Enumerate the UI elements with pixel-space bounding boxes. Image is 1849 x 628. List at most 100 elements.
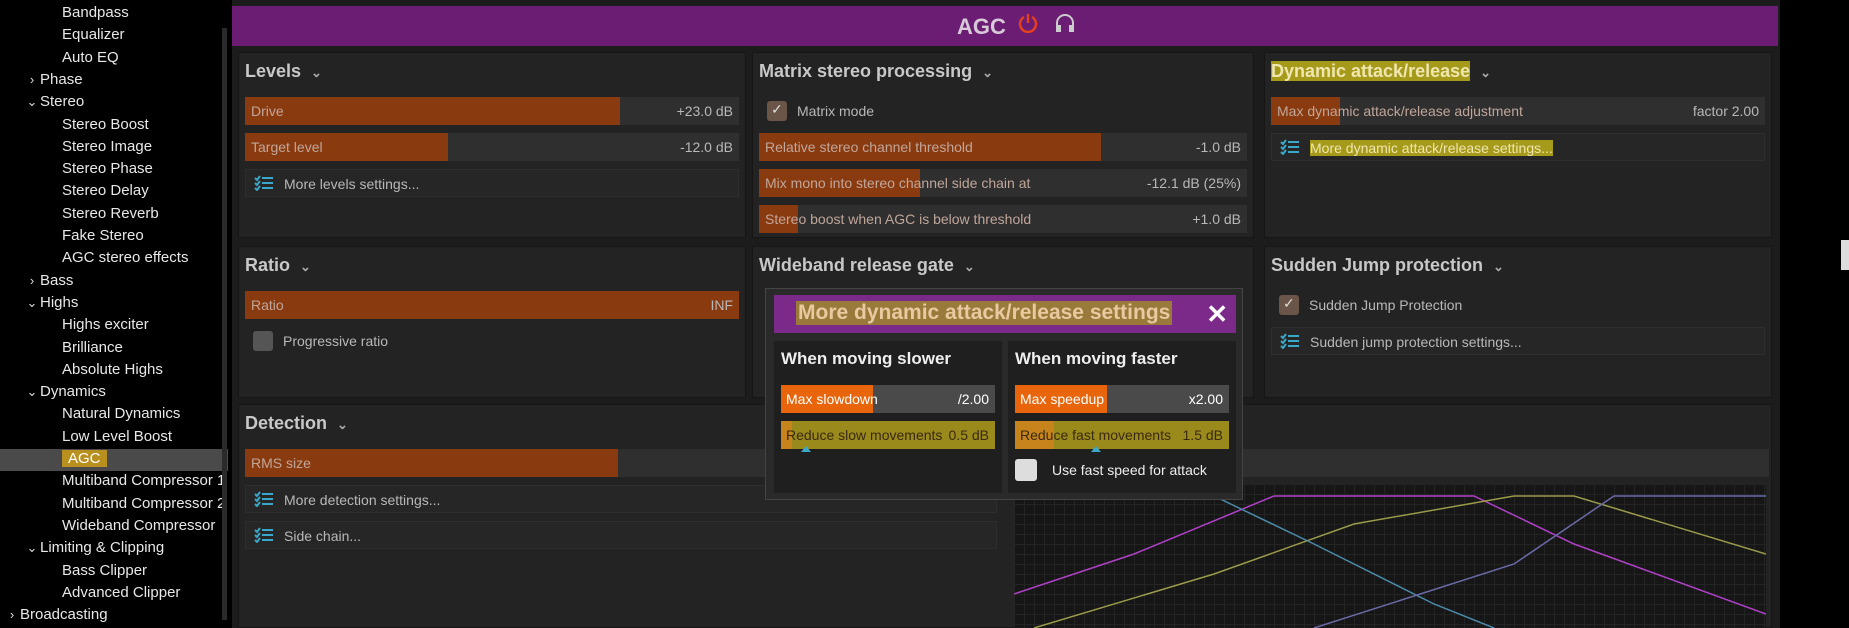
ratio-title[interactable]: Ratio ⌄ bbox=[245, 255, 311, 276]
power-icon[interactable] bbox=[1018, 13, 1038, 33]
mix-mono-slider[interactable]: Mix mono into stereo channel side chain … bbox=[759, 169, 1247, 197]
reduce-fast-label: Reduce fast movements bbox=[1020, 427, 1171, 443]
sidebar-item[interactable]: ⌄ Dynamics bbox=[24, 381, 106, 403]
sidebar-item[interactable]: Multiband Compressor 2 bbox=[62, 493, 225, 515]
chevron-down-icon[interactable]: ⌄ bbox=[24, 537, 40, 559]
sidebar-item[interactable]: Multiband Compressor 1 bbox=[62, 470, 225, 492]
sidebar-item[interactable]: ⌄ Limiting & Clipping bbox=[24, 537, 165, 559]
sudden-panel: Sudden Jump protection⌄ Sudden Jump Prot… bbox=[1264, 246, 1772, 398]
sidebar-item[interactable]: ⌄ Highs bbox=[24, 292, 79, 314]
levels-title[interactable]: Levels ⌄ bbox=[245, 61, 322, 82]
sidebar-item[interactable]: › Bass bbox=[24, 270, 74, 292]
chevron-down-icon[interactable]: ⌄ bbox=[24, 292, 40, 314]
sidebar-item[interactable]: Auto EQ bbox=[62, 47, 119, 69]
chevron-right-icon[interactable]: › bbox=[4, 604, 20, 626]
close-icon[interactable]: ✕ bbox=[1206, 299, 1228, 330]
sidebar-item[interactable]: Stereo Reverb bbox=[62, 203, 159, 225]
sidebar-item-label: Stereo Reverb bbox=[62, 205, 159, 222]
chevron-right-icon[interactable]: › bbox=[24, 69, 40, 91]
mix-mono-value: -12.1 dB (25%) bbox=[1146, 175, 1241, 191]
sidebar-item[interactable]: Fake Stereo bbox=[62, 225, 144, 247]
more-dynamic-settings[interactable]: More dynamic attack/release settings... bbox=[1271, 133, 1765, 161]
matrix-mode-checkbox[interactable] bbox=[767, 101, 787, 121]
max-speedup-value: x2.00 bbox=[1188, 391, 1223, 407]
sidebar-item[interactable]: Absolute Highs bbox=[62, 359, 163, 381]
right-margin bbox=[1780, 0, 1849, 628]
max-slowdown-value: /2.00 bbox=[957, 391, 989, 407]
sidebar-item[interactable]: AGC stereo effects bbox=[62, 247, 188, 269]
chevron-down-icon[interactable]: ⌄ bbox=[24, 381, 40, 403]
sidebar-item[interactable]: Stereo Image bbox=[62, 136, 152, 158]
sidebar-item[interactable]: › Broadcasting bbox=[4, 604, 108, 626]
matrix-title[interactable]: Matrix stereo processing ⌄ bbox=[759, 61, 993, 82]
sudden-jump-settings[interactable]: Sudden jump protection settings... bbox=[1271, 327, 1765, 355]
sidebar-item[interactable]: Advanced Clipper bbox=[62, 582, 180, 604]
graph-curve-teal bbox=[1213, 495, 1495, 628]
sidebar-item[interactable]: › Phase bbox=[24, 69, 83, 91]
headphones-icon[interactable] bbox=[1054, 13, 1076, 33]
main-scrollbar-thumb[interactable] bbox=[1841, 240, 1849, 270]
fast-attack-checkbox[interactable] bbox=[1015, 459, 1037, 481]
sidebar-item[interactable]: Equalizer bbox=[62, 24, 125, 46]
reduce-slow-slider[interactable]: Reduce slow movements 0.5 dB bbox=[781, 421, 995, 452]
sidebar-item-label: Equalizer bbox=[62, 26, 125, 43]
detection-title[interactable]: Detection ⌄ bbox=[245, 413, 348, 434]
sidebar-item[interactable]: Low Level Boost bbox=[62, 426, 172, 448]
chevron-down-icon[interactable]: ⌄ bbox=[24, 91, 40, 113]
tree-selected-row bbox=[0, 449, 228, 471]
sidebar-item[interactable]: AGC bbox=[62, 448, 107, 470]
reduce-fast-slider[interactable]: Reduce fast movements 1.5 dB bbox=[1015, 421, 1229, 452]
sidebar-scrollbar[interactable] bbox=[222, 28, 227, 620]
matrix-panel: Matrix stereo processing⌄ Matrix mode Re… bbox=[752, 52, 1254, 238]
sidebar-item-label: Stereo Boost bbox=[62, 116, 149, 133]
more-levels-settings[interactable]: More levels settings... bbox=[245, 169, 739, 197]
sudden-jump-label: Sudden Jump Protection bbox=[1309, 297, 1463, 313]
module-header: AGC bbox=[232, 6, 1778, 46]
max-slowdown-slider[interactable]: Max slowdown /2.00 bbox=[781, 385, 995, 413]
graph-curve-olive bbox=[1033, 495, 1766, 628]
progressive-ratio-checkbox[interactable] bbox=[253, 331, 273, 351]
target-level-slider[interactable]: Target level -12.0 dB bbox=[245, 133, 739, 161]
chevron-down-icon: ⌄ bbox=[300, 259, 311, 274]
ratio-label: Ratio bbox=[251, 297, 284, 313]
sidebar-item-label: Low Level Boost bbox=[62, 428, 173, 445]
sudden-title[interactable]: Sudden Jump protection ⌄ bbox=[1271, 255, 1504, 276]
sidebar-item[interactable]: Natural Dynamics bbox=[62, 403, 180, 425]
sidebar-item[interactable]: Stereo Boost bbox=[62, 114, 149, 136]
mix-mono-label: Mix mono into stereo channel side chain … bbox=[765, 175, 1031, 191]
max-dynamic-value: factor 2.00 bbox=[1692, 103, 1759, 119]
sidebar-item[interactable]: Stereo Phase bbox=[62, 158, 153, 180]
matrix-mode-row[interactable]: Matrix mode bbox=[759, 97, 1247, 125]
chevron-down-icon: ⌄ bbox=[982, 65, 993, 80]
reduce-fast-handle[interactable] bbox=[1091, 446, 1101, 452]
sudden-jump-checkbox[interactable] bbox=[1279, 295, 1299, 315]
ratio-slider[interactable]: Ratio INF bbox=[245, 291, 739, 319]
relative-threshold-slider[interactable]: Relative stereo channel threshold -1.0 d… bbox=[759, 133, 1247, 161]
chevron-right-icon[interactable]: › bbox=[24, 270, 40, 292]
sidebar-item[interactable]: Wideband Compressor bbox=[62, 515, 215, 537]
stereo-boost-slider[interactable]: Stereo boost when AGC is below threshold… bbox=[759, 205, 1247, 233]
relative-threshold-value: -1.0 dB bbox=[1195, 139, 1241, 155]
moving-slower-panel: When moving slower Max slowdown /2.00 Re… bbox=[774, 341, 1002, 493]
reduce-slow-handle[interactable] bbox=[801, 446, 811, 452]
more-levels-label: More levels settings... bbox=[284, 176, 420, 192]
wideband-title[interactable]: Wideband release gate ⌄ bbox=[759, 255, 975, 276]
chevron-down-icon: ⌄ bbox=[311, 65, 322, 80]
max-speedup-slider[interactable]: Max speedup x2.00 bbox=[1015, 385, 1229, 413]
sudden-jump-row[interactable]: Sudden Jump Protection bbox=[1271, 291, 1765, 319]
progressive-ratio-row[interactable]: Progressive ratio bbox=[245, 327, 739, 355]
sidebar-item[interactable]: Bass Clipper bbox=[62, 560, 147, 582]
sidebar-item[interactable]: ⌄ Stereo bbox=[24, 91, 85, 113]
dynamic-title[interactable]: Dynamic attack/release ⌄ bbox=[1271, 61, 1491, 82]
side-chain-row[interactable]: Side chain... bbox=[245, 521, 997, 549]
sidebar-item-label: Brilliance bbox=[62, 339, 123, 356]
sidebar-item[interactable]: Brilliance bbox=[62, 337, 123, 359]
sidebar-item[interactable]: Highs exciter bbox=[62, 314, 149, 336]
dialog-titlebar[interactable]: More dynamic attack/release settings ✕ bbox=[774, 295, 1236, 333]
max-dynamic-slider[interactable]: Max dynamic attack/release adjustment fa… bbox=[1271, 97, 1765, 125]
sidebar-item[interactable]: Bandpass bbox=[62, 2, 129, 24]
sidebar-item-label: Absolute Highs bbox=[62, 361, 163, 378]
sidebar-item[interactable]: Stereo Delay bbox=[62, 180, 149, 202]
moving-faster-heading: When moving faster bbox=[1015, 349, 1178, 368]
drive-slider[interactable]: Drive +23.0 dB bbox=[245, 97, 739, 125]
